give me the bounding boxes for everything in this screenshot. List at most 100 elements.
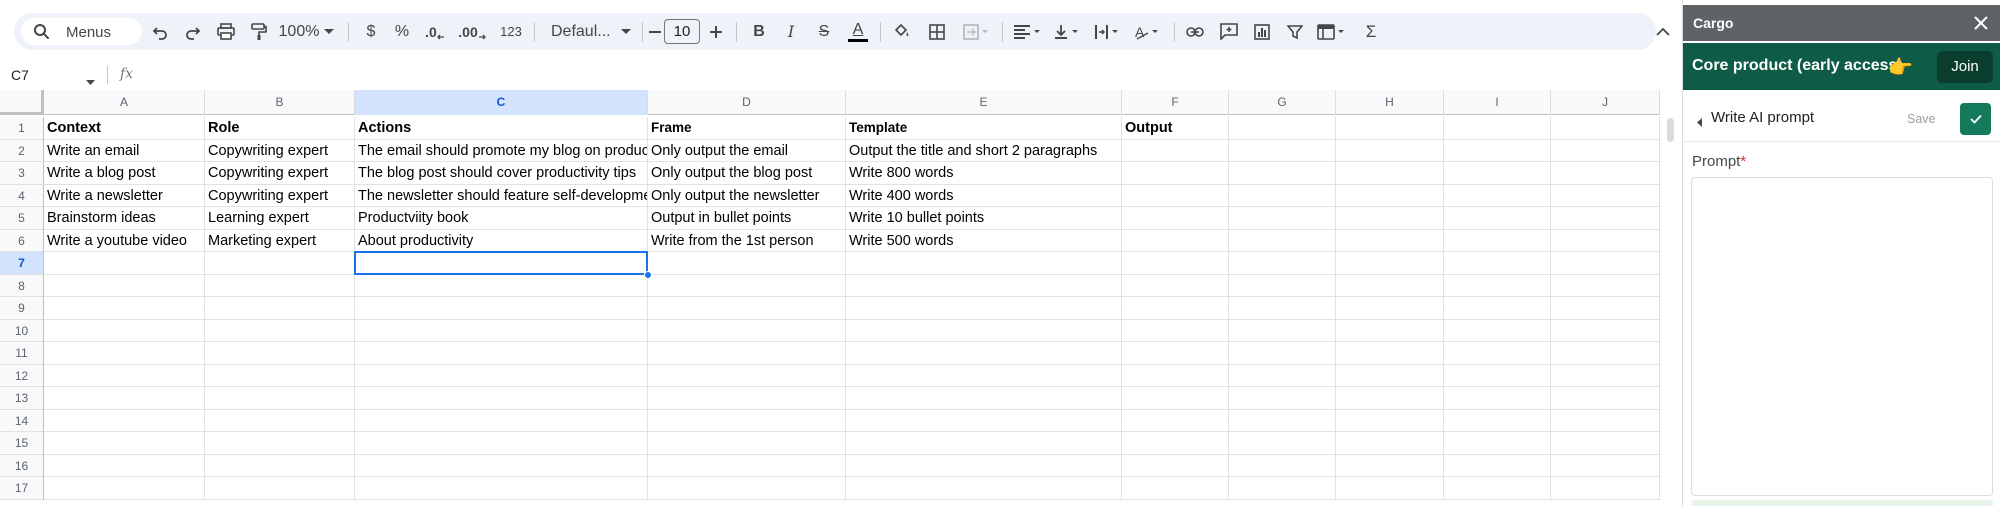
text-wrapping-icon[interactable] [1088,13,1128,50]
cell-f5[interactable] [1122,207,1229,230]
cell-f1[interactable]: Output [1122,117,1229,140]
cell-c15[interactable] [355,432,648,455]
cell-j14[interactable] [1551,409,1660,432]
cell-h3[interactable] [1336,162,1444,185]
cell-c6[interactable]: About productivity [355,229,648,252]
cell-b1[interactable]: Role [205,117,355,140]
cell-e3[interactable]: Write 800 words [846,162,1122,185]
cell-j7[interactable] [1551,252,1660,275]
cell-j13[interactable] [1551,387,1660,410]
cell-i2[interactable] [1444,139,1551,162]
cell-i9[interactable] [1444,297,1551,320]
cell-a16[interactable] [44,454,205,477]
column-header-a[interactable]: A [44,90,205,115]
cell-i3[interactable] [1444,162,1551,185]
cell-h15[interactable] [1336,432,1444,455]
redo-icon[interactable] [179,13,207,50]
cell-c16[interactable] [355,454,648,477]
cell-e13[interactable] [846,387,1122,410]
column-header-c[interactable]: C [355,90,648,115]
row-header-16[interactable]: 16 [0,454,44,477]
cell-f14[interactable] [1122,409,1229,432]
cell-i6[interactable] [1444,229,1551,252]
cell-b8[interactable] [205,274,355,297]
cell-g9[interactable] [1229,297,1336,320]
cell-d3[interactable]: Only output the blog post [648,162,846,185]
cell-j12[interactable] [1551,364,1660,387]
collapse-toolbar-icon[interactable] [1648,13,1678,50]
row-header-6[interactable]: 6 [0,229,44,252]
cell-j10[interactable] [1551,319,1660,342]
merge-cells-icon[interactable] [956,13,996,50]
cell-d10[interactable] [648,319,846,342]
cell-b4[interactable]: Copywriting expert [205,184,355,207]
row-header-14[interactable]: 14 [0,409,44,432]
column-header-j[interactable]: J [1551,90,1660,115]
cell-d16[interactable] [648,454,846,477]
cell-e10[interactable] [846,319,1122,342]
cell-f11[interactable] [1122,342,1229,365]
cell-f7[interactable] [1122,252,1229,275]
increase-decimal-button[interactable]: .00 [454,13,490,50]
font-size-input[interactable]: 10 [664,19,700,44]
cell-g4[interactable] [1229,184,1336,207]
cell-f15[interactable] [1122,432,1229,455]
cell-c4[interactable]: The newsletter should feature self-devel… [355,184,648,207]
cell-i11[interactable] [1444,342,1551,365]
cell-g13[interactable] [1229,387,1336,410]
cell-c8[interactable] [355,274,648,297]
chevron-down-icon[interactable] [618,13,634,50]
undo-icon[interactable] [146,13,174,50]
cell-i12[interactable] [1444,364,1551,387]
cell-e6[interactable]: Write 500 words [846,229,1122,252]
cell-a15[interactable] [44,432,205,455]
cell-g14[interactable] [1229,409,1336,432]
row-header-9[interactable]: 9 [0,297,44,320]
cell-f13[interactable] [1122,387,1229,410]
cell-i15[interactable] [1444,432,1551,455]
cell-i17[interactable] [1444,477,1551,500]
cell-j8[interactable] [1551,274,1660,297]
cell-d11[interactable] [648,342,846,365]
cell-i4[interactable] [1444,184,1551,207]
cell-g8[interactable] [1229,274,1336,297]
cell-d4[interactable]: Only output the newsletter [648,184,846,207]
chevron-down-icon[interactable] [320,13,338,50]
back-chevron-icon[interactable] [1697,114,1703,132]
cell-g2[interactable] [1229,139,1336,162]
cell-a1[interactable]: Context [44,117,205,140]
cell-h4[interactable] [1336,184,1444,207]
decrease-decimal-button[interactable]: .0 [420,13,450,50]
cell-c12[interactable] [355,364,648,387]
cell-g11[interactable] [1229,342,1336,365]
cell-h2[interactable] [1336,139,1444,162]
row-header-1[interactable]: 1 [0,117,44,140]
cell-g6[interactable] [1229,229,1336,252]
cell-d7[interactable] [648,252,846,275]
cell-c1[interactable]: Actions [355,117,648,140]
row-header-11[interactable]: 11 [0,342,44,365]
cell-a13[interactable] [44,387,205,410]
cell-h11[interactable] [1336,342,1444,365]
cell-a6[interactable]: Write a youtube video [44,229,205,252]
cell-f16[interactable] [1122,454,1229,477]
bold-button[interactable]: B [745,13,773,50]
cell-c5[interactable]: Productviity book [355,207,648,230]
cell-b9[interactable] [205,297,355,320]
cell-g17[interactable] [1229,477,1336,500]
increase-font-size-button[interactable] [704,13,728,50]
cell-e2[interactable]: Output the title and short 2 paragraphs [846,139,1122,162]
cell-c11[interactable] [355,342,648,365]
cell-d5[interactable]: Output in bullet points [648,207,846,230]
cell-g15[interactable] [1229,432,1336,455]
cell-e11[interactable] [846,342,1122,365]
filter-icon[interactable] [1280,13,1310,50]
percent-format-button[interactable]: % [388,13,416,50]
cell-d2[interactable]: Only output the email [648,139,846,162]
cell-h10[interactable] [1336,319,1444,342]
cell-c2[interactable]: The email should promote my blog on prod… [355,139,648,162]
cell-g1[interactable] [1229,117,1336,140]
cell-i1[interactable] [1444,117,1551,140]
cell-e7[interactable] [846,252,1122,275]
cell-j4[interactable] [1551,184,1660,207]
